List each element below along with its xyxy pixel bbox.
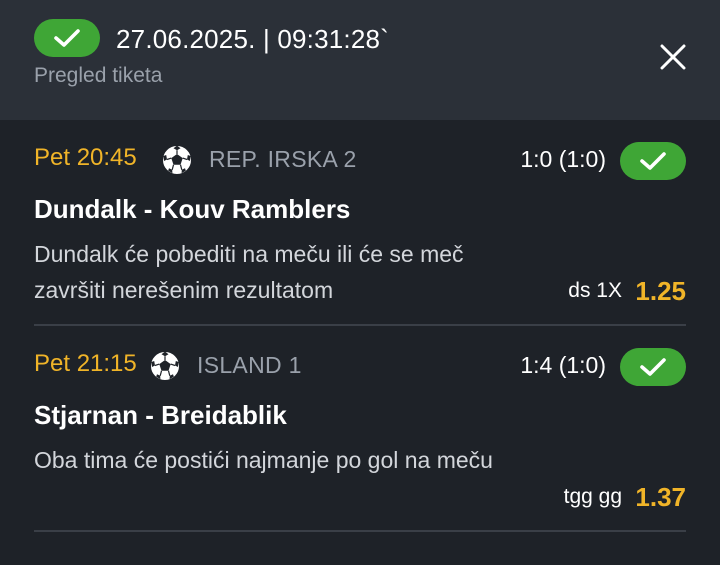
bet-description: Dundalk će pobediti na meču ili će se me… (34, 241, 464, 303)
divider (34, 530, 686, 532)
match-name: Stjarnan - Breidablik (34, 400, 287, 430)
league-name: ISLAND 1 (197, 352, 302, 378)
ticket-status-badge (34, 19, 100, 57)
check-icon (54, 29, 80, 47)
bet-type: ds 1X (568, 279, 622, 302)
ticket-header: 27.06.2025. | 09:31:28` Pregled tiketa (0, 0, 720, 120)
bet-description: Oba tima će postići najmanje po gol na m… (34, 447, 493, 473)
ticket-datetime: 27.06.2025. | 09:31:28` (116, 24, 390, 54)
bet-status-badge (620, 142, 686, 180)
match-time: Pet 21:15 (34, 350, 137, 377)
match-score: 1:4 (1:0) (520, 352, 606, 378)
match-time: Pet 20:45 (34, 144, 137, 171)
page-title: Pregled tiketa (34, 64, 163, 87)
close-icon (660, 44, 686, 70)
bet-list: Pet 20:45 REP. IRSKA 2 1:0 (1:0) Dundalk… (0, 120, 720, 565)
close-button[interactable] (650, 34, 696, 80)
bet-item[interactable]: Pet 20:45 REP. IRSKA 2 1:0 (1:0) Dundalk… (0, 120, 720, 326)
bet-type: tgg gg (563, 485, 622, 508)
check-icon (640, 152, 666, 170)
soccer-ball-icon (150, 351, 180, 381)
bet-item[interactable]: Pet 21:15 ISLAND 1 1:4 (1:0) Stjarnan - … (0, 326, 720, 532)
check-icon (640, 358, 666, 376)
bet-odd: 1.37 (635, 482, 686, 512)
bet-odd: 1.25 (635, 276, 686, 306)
match-name: Dundalk - Kouv Ramblers (34, 194, 351, 224)
league-name: REP. IRSKA 2 (209, 146, 357, 172)
match-score: 1:0 (1:0) (520, 146, 606, 172)
bet-status-badge (620, 348, 686, 386)
soccer-ball-icon (162, 145, 192, 175)
